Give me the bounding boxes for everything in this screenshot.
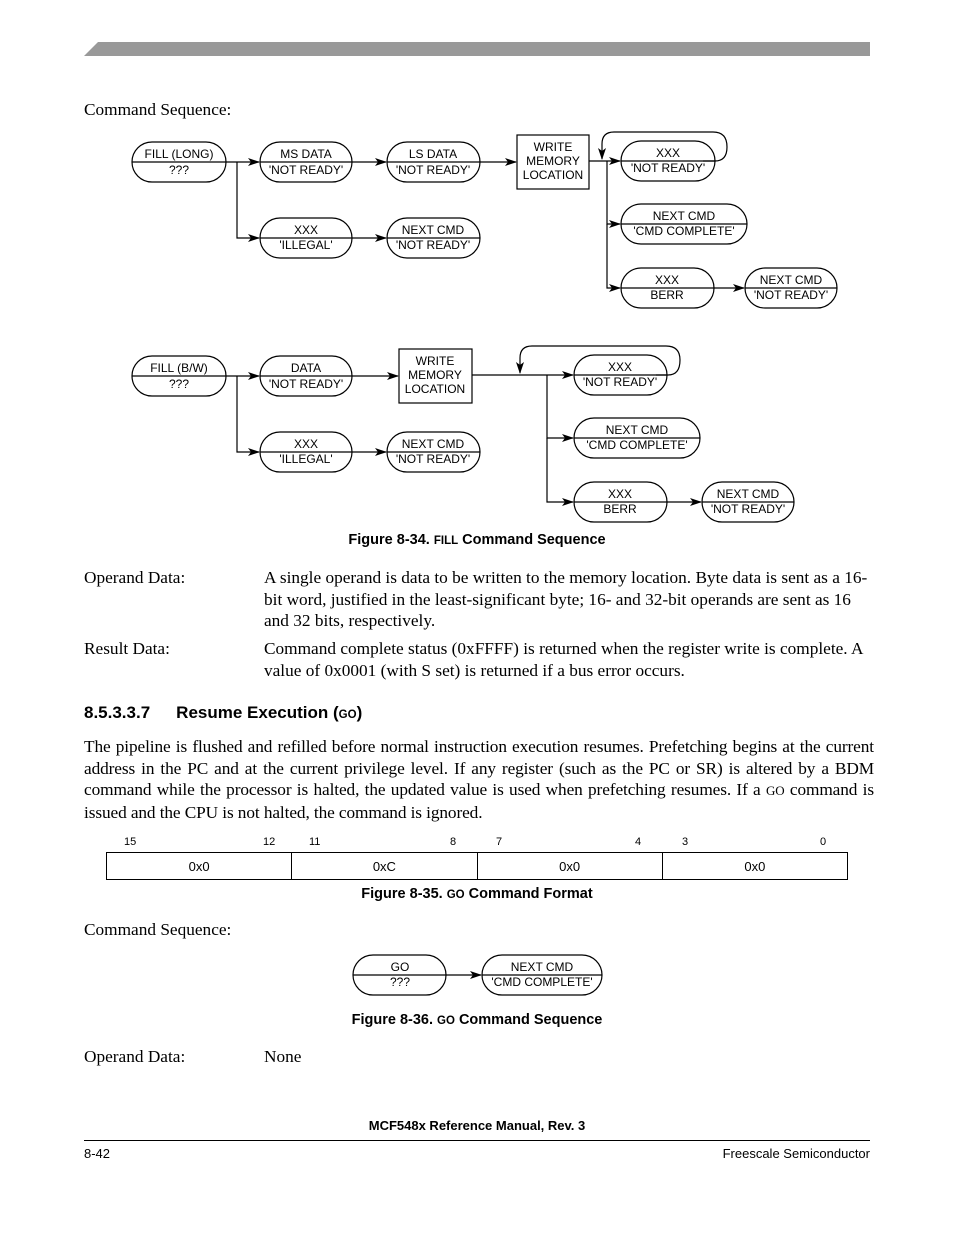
node-text: 'NOT READY' [396, 163, 470, 177]
bit-label: 0 [820, 836, 827, 848]
node-text: LS DATA [409, 147, 457, 161]
go-command-sequence-label: Command Sequence: [84, 920, 232, 939]
node-text: 'NOT READY' [396, 238, 470, 252]
node-text: NEXT CMD [511, 960, 574, 974]
node-text: 'NOT READY' [269, 377, 343, 391]
node-text: FILL (B/W) [150, 361, 208, 375]
node-text: NEXT CMD [606, 423, 669, 437]
node-text: DATA [291, 361, 321, 375]
format-field-bits-7-4: 0x0 [478, 853, 663, 879]
section-heading: 8.5.3.3.7 Resume Execution (GO) [84, 703, 362, 723]
footer-page-number: 8-42 [84, 1146, 111, 1161]
footer-company: Freescale Semiconductor [722, 1146, 870, 1161]
go-operand-data-text: None [264, 1047, 302, 1066]
operand-data-label: Operand Data: [84, 568, 186, 587]
node-text: MEMORY [526, 154, 580, 168]
node-text: ??? [169, 377, 189, 391]
fill-command-sequence-label: Command Sequence: [84, 100, 232, 119]
node-text: 'CMD COMPLETE' [633, 224, 734, 238]
node-text: FILL (LONG) [145, 147, 214, 161]
footer-rule [84, 1140, 870, 1141]
node-text: ??? [169, 163, 189, 177]
node-text: BERR [650, 288, 684, 302]
node-text: GO [391, 960, 410, 974]
bit-label: 8 [450, 836, 457, 848]
section-number: 8.5.3.3.7 [84, 703, 151, 722]
node-text: NEXT CMD [402, 437, 465, 451]
bit-label: 3 [682, 836, 689, 848]
go-description-paragraph: The pipeline is flushed and refilled bef… [84, 737, 874, 822]
fill-command-sequence-diagram: FILL (LONG) ??? MS DATA 'NOT READY' LS D… [131, 131, 838, 523]
node-text: XXX [608, 360, 632, 374]
format-field-bits-3-0: 0x0 [744, 858, 766, 874]
node-text: WRITE [534, 140, 573, 154]
node-text: XXX [655, 273, 679, 287]
node-text: 'NOT READY' [754, 288, 828, 302]
bit-label: 4 [635, 836, 642, 848]
arrow [606, 224, 621, 292]
node-text: MEMORY [408, 368, 462, 382]
go-command-format-table: 0x0 0xC 0x0 0x0 [106, 852, 848, 880]
node-text: BERR [603, 502, 637, 516]
header-bar [84, 42, 870, 56]
result-data-label: Result Data: [84, 639, 170, 658]
format-field-bits-11-8: 0xC [292, 853, 478, 879]
node-text: NEXT CMD [760, 273, 823, 287]
bit-label: 12 [263, 836, 276, 848]
node-text: XXX [294, 437, 318, 451]
node-text: 'NOT READY' [631, 161, 705, 175]
node-text: WRITE [416, 354, 455, 368]
footer-manual-title: MCF548x Reference Manual, Rev. 3 [368, 1118, 586, 1133]
result-data-text: Command complete status (0xFFFF) is retu… [264, 639, 863, 680]
go-command-sequence-diagram: GO ??? NEXT CMD 'CMD COMPLETE' [352, 954, 603, 996]
arrow [236, 162, 260, 242]
node-text: 'NOT READY' [711, 502, 785, 516]
loop-arrow [516, 345, 681, 376]
node-text: NEXT CMD [653, 209, 716, 223]
format-field-bits-15-12: 0x0 [107, 853, 293, 879]
node-text: MS DATA [280, 147, 332, 161]
arrow [546, 438, 574, 506]
node-text: 'CMD COMPLETE' [586, 438, 687, 452]
arrow [236, 376, 260, 456]
node-text: NEXT CMD [717, 487, 780, 501]
node-text: 'NOT READY' [269, 163, 343, 177]
node-text: ??? [390, 975, 410, 989]
operand-data-text: A single operand is data to be written t… [264, 568, 868, 630]
node-text: NEXT CMD [402, 223, 465, 237]
figure-8-34-caption: Figure 8-34. FILL Command Sequence [348, 532, 606, 548]
node-text: 'NOT READY' [396, 452, 470, 466]
bit-label: 7 [496, 836, 503, 848]
bit-label: 15 [124, 836, 137, 848]
section-title: Resume Execution (GO) [176, 703, 363, 722]
node-text: 'CMD COMPLETE' [491, 975, 592, 989]
go-operand-data-label: Operand Data: [84, 1047, 186, 1066]
arrow [546, 375, 574, 442]
figure-8-36-caption: Figure 8-36. GO Command Sequence [351, 1012, 603, 1028]
figure-8-35-caption: Figure 8-35. GO Command Format [361, 886, 593, 902]
node-text: XXX [608, 487, 632, 501]
node-text: LOCATION [523, 168, 583, 182]
node-text: 'NOT READY' [583, 375, 657, 389]
node-text: XXX [294, 223, 318, 237]
node-text: 'ILLEGAL' [279, 238, 332, 252]
arrow [606, 161, 621, 228]
bit-label: 11 [309, 836, 321, 848]
node-text: LOCATION [405, 382, 465, 396]
node-text: 'ILLEGAL' [279, 452, 332, 466]
node-text: XXX [656, 146, 680, 160]
